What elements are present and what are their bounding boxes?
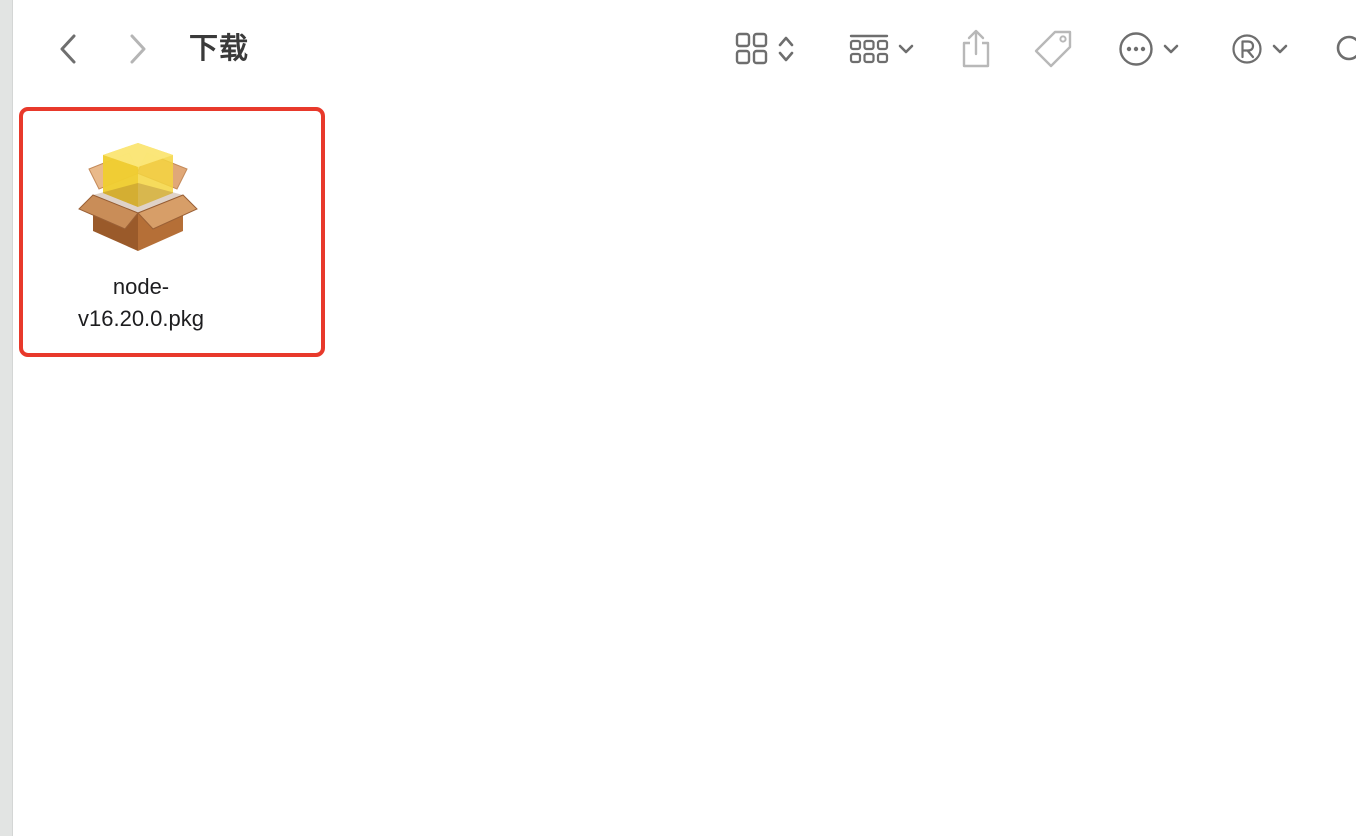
registered-icon — [1232, 34, 1262, 64]
file-item[interactable]: node- v16.20.0.pkg — [19, 107, 325, 357]
search-button[interactable] — [1335, 28, 1356, 70]
more-icon — [1119, 32, 1153, 66]
share-button[interactable] — [959, 28, 993, 70]
icon-grid-icon — [735, 32, 768, 65]
file-name-line-2: v16.20.0.pkg — [78, 306, 204, 331]
share-icon — [962, 29, 990, 68]
extension-button[interactable] — [1231, 28, 1289, 70]
tag-icon — [1034, 30, 1072, 68]
group-icon — [849, 34, 889, 64]
window-title: 下载 — [189, 31, 250, 65]
chevron-down-icon — [1272, 44, 1288, 54]
file-name: node- v16.20.0.pkg — [23, 271, 259, 335]
chevron-left-icon — [60, 34, 76, 64]
sidebar-edge — [0, 0, 13, 836]
group-button[interactable] — [849, 28, 915, 70]
chevron-right-icon — [130, 34, 146, 64]
chevron-down-icon — [898, 44, 914, 54]
finder-window: 下载 node- v16.20.0.pkg — [0, 0, 1356, 836]
chevron-down-icon — [1163, 44, 1179, 54]
file-browser-content: node- v16.20.0.pkg — [13, 98, 1356, 836]
stepper-icon — [778, 36, 794, 62]
search-icon — [1336, 35, 1356, 61]
tag-button[interactable] — [1033, 28, 1075, 70]
view-mode-button[interactable] — [735, 28, 795, 70]
more-actions-button[interactable] — [1118, 28, 1180, 70]
package-icon — [78, 143, 198, 251]
back-button[interactable] — [53, 30, 83, 68]
forward-button[interactable] — [123, 30, 153, 68]
file-name-line-1: node- — [112, 274, 170, 299]
toolbar: 下载 — [13, 0, 1356, 98]
